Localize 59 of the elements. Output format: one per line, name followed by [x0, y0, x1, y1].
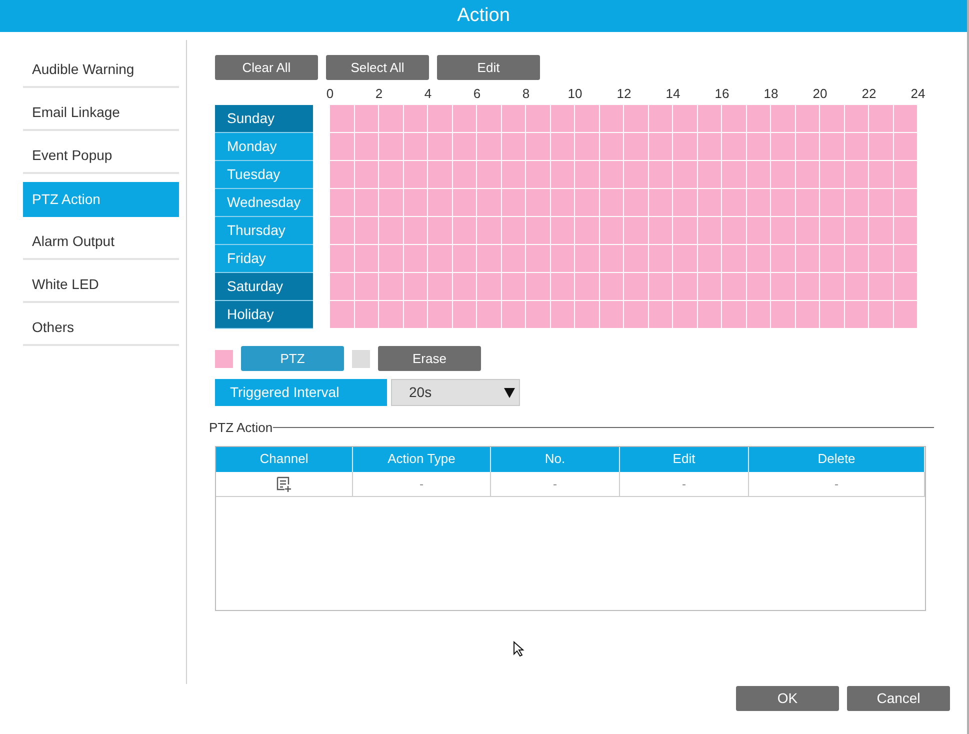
dropdown-arrow-icon — [504, 388, 515, 398]
column-header: Channel — [216, 446, 353, 472]
hour-label: 0 — [325, 85, 335, 104]
day-label[interactable]: Holiday — [215, 301, 313, 329]
field-label: Triggered Interval — [215, 379, 387, 406]
column-header: Delete — [749, 446, 925, 472]
day-label[interactable]: Monday — [215, 133, 313, 161]
sidebar-item[interactable]: Event Popup — [23, 139, 179, 174]
day-label[interactable]: Thursday — [215, 217, 313, 245]
toolbar-button[interactable]: Edit — [437, 55, 540, 80]
hour-label: 10 — [566, 85, 584, 104]
hour-label: 4 — [423, 85, 433, 104]
day-label[interactable]: Saturday — [215, 273, 313, 301]
hour-label: 12 — [616, 85, 632, 104]
add-list-icon[interactable] — [276, 476, 292, 492]
sidebar-item[interactable]: PTZ Action — [23, 182, 179, 217]
schedule-row[interactable] — [330, 161, 918, 189]
day-label[interactable]: Tuesday — [215, 161, 313, 189]
section-title: PTZ Action — [209, 419, 273, 437]
table-cell: - — [353, 472, 491, 496]
day-label[interactable]: Friday — [215, 245, 313, 273]
schedule-row[interactable] — [330, 245, 918, 273]
column-header: Action Type — [353, 446, 491, 472]
cursor-icon — [513, 640, 527, 656]
hour-label: 2 — [374, 85, 384, 104]
column-header: Edit — [620, 446, 749, 472]
day-label[interactable]: Wednesday — [215, 189, 313, 217]
legend-button[interactable]: Erase — [378, 346, 481, 371]
sidebar-item[interactable]: Alarm Output — [23, 225, 179, 260]
title-bar: Action — [0, 0, 967, 32]
legend-button[interactable]: PTZ — [241, 346, 344, 371]
toolbar-button[interactable]: Select All — [326, 55, 429, 80]
dialog-button[interactable]: Cancel — [847, 686, 950, 710]
interval-select[interactable]: 20s — [391, 379, 520, 406]
toolbar-button[interactable]: Clear All — [215, 55, 318, 80]
hour-label: 22 — [860, 85, 878, 104]
sidebar-item[interactable]: White LED — [23, 268, 179, 303]
hour-label: 14 — [664, 85, 682, 104]
sidebar-item[interactable]: Audible Warning — [23, 53, 179, 88]
hour-label: 20 — [812, 85, 828, 104]
schedule-row[interactable] — [330, 301, 918, 329]
schedule-row[interactable] — [330, 133, 918, 161]
schedule-row[interactable] — [330, 273, 918, 301]
schedule-row[interactable] — [330, 189, 918, 217]
hour-label: 24 — [910, 85, 926, 104]
hour-label: 16 — [714, 85, 730, 104]
table-cell: - — [620, 472, 749, 496]
column-header: No. — [491, 446, 620, 472]
hour-label: 8 — [521, 85, 531, 104]
sidebar-item[interactable]: Others — [23, 311, 179, 346]
sidebar-item[interactable]: Email Linkage — [23, 96, 179, 131]
schedule-row[interactable] — [330, 217, 918, 245]
day-label[interactable]: Sunday — [215, 105, 313, 133]
hour-label: 18 — [762, 85, 780, 104]
schedule-row[interactable] — [330, 105, 918, 133]
dialog-button[interactable]: OK — [736, 686, 839, 710]
table-cell: - — [491, 472, 620, 496]
table-cell: - — [749, 472, 925, 496]
hour-label: 6 — [472, 85, 482, 104]
